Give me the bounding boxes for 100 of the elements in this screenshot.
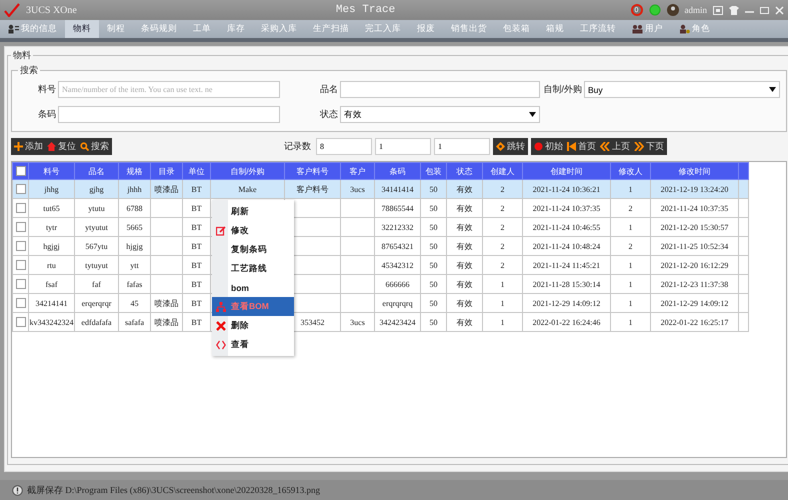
table-cell: 2021-12-29 14:09:12 bbox=[660, 298, 728, 308]
row-checkbox[interactable] bbox=[16, 260, 26, 270]
column-header[interactable]: 客户料号 bbox=[284, 162, 340, 180]
table-cell: 1 bbox=[500, 298, 504, 308]
table-cell: 3ucs bbox=[350, 318, 365, 326]
table-cell: 喷漆品 bbox=[154, 318, 178, 326]
pager-button[interactable]: 上页 bbox=[600, 140, 630, 153]
table-cell: 有效 bbox=[456, 318, 472, 326]
column-header[interactable]: 单位 bbox=[182, 162, 210, 180]
dropdown-field[interactable]: Buy bbox=[584, 81, 780, 98]
table-cell: 2 bbox=[500, 242, 504, 250]
table-cell: faf bbox=[92, 280, 101, 288]
table-cell: 6788 bbox=[126, 204, 142, 212]
select-all-checkbox[interactable] bbox=[16, 166, 26, 176]
table-cell: 50 bbox=[430, 242, 438, 250]
table-cell: 2021-11-24 10:46:55 bbox=[532, 222, 600, 232]
row-checkbox[interactable] bbox=[16, 184, 26, 194]
table-cell: 1 bbox=[628, 318, 632, 326]
table-cell: BT bbox=[191, 260, 202, 270]
table-cell: 45342312 bbox=[382, 260, 414, 270]
table-cell: 3ucs bbox=[350, 184, 365, 194]
table-cell: 1 bbox=[500, 318, 504, 326]
table-cell: 2021-11-28 15:30:14 bbox=[532, 280, 600, 288]
screen-icon[interactable] bbox=[713, 6, 723, 14]
table-cell: fafas bbox=[126, 280, 142, 288]
menu-item[interactable]: 查看 bbox=[212, 335, 294, 354]
table-cell: tytuyut bbox=[85, 260, 108, 270]
plus-icon bbox=[14, 142, 23, 151]
table-cell: 5665 bbox=[126, 222, 142, 232]
nav-tab[interactable]: 物料 bbox=[65, 20, 99, 38]
pager-button[interactable]: 初始 bbox=[534, 140, 563, 153]
page-field[interactable]: 1 bbox=[434, 138, 490, 155]
column-header[interactable]: 修改人 bbox=[610, 162, 650, 180]
row-checkbox[interactable] bbox=[16, 317, 26, 328]
row-checkbox[interactable] bbox=[16, 222, 26, 232]
table-cell: 45 bbox=[130, 298, 138, 308]
table-cell: 50 bbox=[430, 222, 438, 232]
maximize-icon[interactable] bbox=[760, 6, 769, 14]
row-checkbox[interactable] bbox=[16, 241, 26, 252]
column-header[interactable]: 包装 bbox=[420, 162, 446, 180]
column-header[interactable]: 客户 bbox=[340, 162, 374, 180]
column-header[interactable]: 创建时间 bbox=[522, 162, 610, 180]
row-checkbox[interactable] bbox=[16, 298, 26, 308]
table-cell: 2021-12-23 11:37:38 bbox=[660, 280, 728, 288]
column-header[interactable]: 状态 bbox=[446, 162, 482, 180]
table-cell: 2022-01-22 16:24:46 bbox=[532, 318, 600, 326]
shirt-icon[interactable] bbox=[729, 6, 739, 14]
table-cell: 50 bbox=[430, 184, 438, 194]
hierarchy-icon bbox=[216, 302, 226, 312]
status-circle-icon bbox=[648, 4, 660, 16]
table-cell: 有效 bbox=[456, 298, 472, 308]
info-icon bbox=[12, 484, 23, 496]
toolbar-button[interactable]: 添加 bbox=[14, 140, 43, 153]
table-cell: 50 bbox=[430, 260, 438, 270]
input-field[interactable]: Name/number of the item. You can use text. ne bbox=[58, 81, 280, 98]
column-header[interactable]: 条码 bbox=[374, 162, 420, 180]
dropdown-arrow-icon bbox=[529, 112, 536, 117]
table-cell: 1 bbox=[500, 280, 504, 288]
close-icon[interactable] bbox=[775, 6, 784, 14]
table-cell: ytyutut bbox=[85, 222, 108, 232]
input-field[interactable] bbox=[58, 106, 280, 123]
table-cell: 87654321 bbox=[382, 242, 414, 250]
table-cell: ytutu bbox=[88, 204, 105, 212]
table-cell: 客户料号 bbox=[296, 184, 328, 194]
column-header[interactable]: 创建人 bbox=[482, 162, 522, 180]
toolbar-button[interactable]: 搜索 bbox=[80, 140, 109, 153]
status-message: 截屏保存 D:\Program Files (x86)\3UCS\screenshot\xone\20220328_165913.png bbox=[27, 484, 320, 496]
pager-button[interactable]: 下页 bbox=[634, 140, 664, 153]
record-count-field[interactable]: 8 bbox=[316, 138, 372, 155]
table-cell: edfdafafa bbox=[81, 318, 112, 326]
column-header[interactable]: 目录 bbox=[150, 162, 182, 180]
user-name[interactable]: admin bbox=[684, 5, 707, 15]
field-label: 自制/外购 bbox=[542, 83, 583, 96]
column-header[interactable]: 料号 bbox=[28, 162, 74, 180]
double-chevron-right-icon bbox=[634, 142, 644, 151]
table-cell: 有效 bbox=[456, 242, 472, 250]
row-checkbox[interactable] bbox=[16, 203, 26, 214]
table-cell: tytr bbox=[46, 222, 58, 232]
row-checkbox[interactable] bbox=[16, 279, 26, 290]
toolbar-button[interactable]: 复位 bbox=[47, 140, 76, 153]
field-label: 状态 bbox=[319, 108, 339, 121]
input-field[interactable] bbox=[340, 81, 540, 98]
pager-button[interactable]: 首页 bbox=[567, 140, 596, 153]
page-size-field[interactable]: 1 bbox=[375, 138, 431, 155]
app-name: 3UCS XOne bbox=[26, 4, 77, 16]
column-header[interactable]: 规格 bbox=[118, 162, 150, 180]
table-cell: 1 bbox=[628, 184, 632, 194]
column-header[interactable]: 自制/外购 bbox=[210, 162, 284, 180]
avatar-icon bbox=[666, 4, 678, 16]
table-cell: 2 bbox=[500, 260, 504, 270]
table-cell: 2 bbox=[500, 204, 504, 212]
column-header[interactable]: 修改时间 bbox=[650, 162, 738, 180]
table-row[interactable]: jhhg gjhg jhhh 喷漆品 BT Make 客户料号 3ucs 34141414 50 有效 2 2021-11-24 10:36:21 1 2021-12-19 13:24:20 bbox=[12, 180, 748, 198]
dropdown-field[interactable]: 有效 bbox=[340, 106, 540, 123]
user-gear-icon bbox=[679, 24, 690, 34]
table-cell: 666666 bbox=[386, 280, 410, 288]
table-cell: BT bbox=[191, 242, 202, 250]
column-header[interactable]: 品名 bbox=[74, 162, 118, 180]
table-cell: BT bbox=[191, 280, 202, 288]
table-cell: jhhg bbox=[44, 184, 59, 194]
